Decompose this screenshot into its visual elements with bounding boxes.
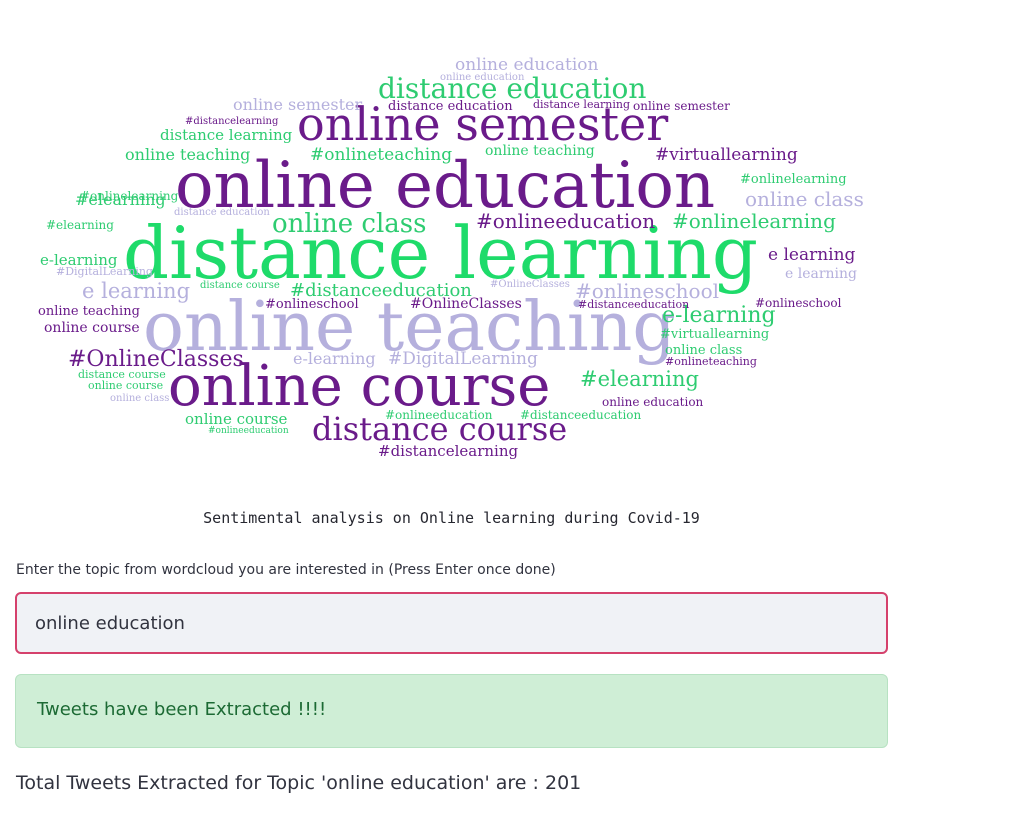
wordcloud-word: #elearning (46, 218, 114, 232)
wordcloud-word: #virtuallearning (660, 327, 769, 342)
wordcloud-word: #onlineschool (265, 297, 359, 312)
wordcloud-word: #distanceeducation (578, 298, 689, 311)
wordcloud-word: #distancelearning (185, 116, 279, 127)
wordcloud-word: online semester (233, 95, 362, 114)
wordcloud-word: distance learning (160, 126, 293, 144)
wordcloud-word: e-learning (293, 349, 376, 368)
wordcloud-word: e learning (785, 266, 857, 282)
wordcloud-word: #distanceeducation (520, 408, 642, 422)
wordcloud-word: #onlineeducation (385, 408, 493, 422)
wordcloud-word: #onlineschool (755, 296, 842, 310)
topic-input[interactable] (15, 592, 888, 654)
success-alert: Tweets have been Extracted !!!! (15, 674, 888, 748)
wordcloud-word: online education (440, 72, 525, 83)
wordcloud-word: distance education (174, 207, 270, 218)
wordcloud-word: #OnlineClasses (490, 279, 570, 290)
wordcloud-word: #onlinelearning (672, 209, 836, 233)
wordcloud-word: #onlinelearning (740, 172, 847, 187)
wordcloud-word: e learning (82, 279, 190, 303)
wordcloud-word: online teaching (38, 304, 140, 319)
wordcloud-word: #elearning (580, 367, 699, 391)
wordcloud-word: #onlineteaching (665, 355, 757, 368)
wordcloud-word: #DigitalLearning (388, 349, 538, 369)
wordcloud-word: #distancelearning (378, 442, 518, 460)
wordcloud-image: online educationdistance learningonline … (38, 55, 864, 460)
wordcloud-word: online teaching (125, 145, 250, 164)
wordcloud-word: online teaching (485, 143, 595, 159)
topic-input-label: Enter the topic from wordcloud you are i… (16, 562, 556, 578)
wordcloud-word: distance course (200, 280, 280, 291)
wordcloud-word: #DigitalLearning (56, 265, 153, 278)
wordcloud-word: distance learning (533, 98, 630, 111)
wordcloud-word: e learning (768, 245, 856, 265)
wordcloud-caption: Sentimental analysis on Online learning … (203, 509, 700, 527)
wordcloud-word: online class (110, 393, 169, 404)
wordcloud-word: #onlineeducation (476, 209, 655, 233)
total-tweets-text: Total Tweets Extracted for Topic 'online… (16, 772, 582, 794)
wordcloud-word: online education (602, 395, 704, 409)
wordcloud-word: #virtuallearning (655, 145, 798, 165)
wordcloud-word: online semester (633, 99, 730, 113)
wordcloud-word: online class (745, 187, 864, 211)
wordcloud-word: online course (44, 320, 140, 336)
wordcloud-word: #onlinelearning (80, 189, 179, 203)
wordcloud-word: distance education (388, 99, 513, 114)
wordcloud-word: online class (272, 209, 427, 239)
success-alert-text: Tweets have been Extracted !!!! (37, 699, 327, 720)
wordcloud-word: #onlineteaching (310, 145, 452, 165)
wordcloud-word: #onlineeducation (208, 426, 289, 436)
wordcloud-word: #OnlineClasses (410, 296, 522, 312)
wordcloud-word: distance course (78, 368, 166, 381)
